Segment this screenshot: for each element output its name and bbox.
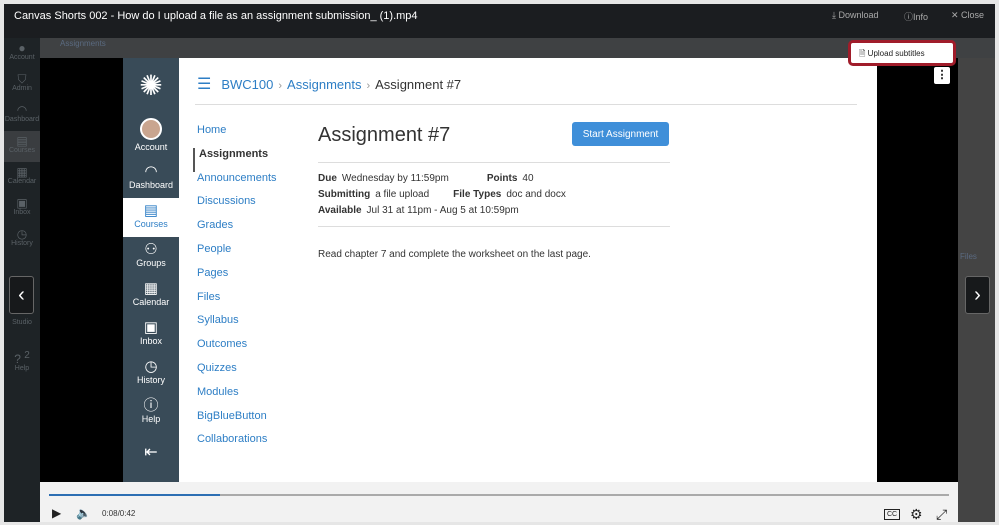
time-display: 0:08/0:42 <box>102 509 136 518</box>
gear-icon[interactable]: ⚙ <box>910 506 923 522</box>
page-title: Assignment #7 <box>318 124 451 146</box>
course-nav-item: Home <box>197 124 227 136</box>
divider <box>318 226 670 227</box>
nav-calendar: ▦ Calendar <box>123 276 179 315</box>
info-label: Info <box>913 12 929 22</box>
fullscreen-icon[interactable]: ⤢ <box>936 506 947 522</box>
course-nav-item: Pages <box>197 266 229 279</box>
more-options-icon[interactable]: ⋮ <box>934 67 950 84</box>
divider <box>318 162 670 163</box>
course-nav-item: Announcements <box>197 171 277 184</box>
nav-groups: ⚇ Groups <box>123 237 179 276</box>
clock-icon: ◷ <box>144 358 158 375</box>
bg-files-link: Files <box>960 252 977 261</box>
nav-courses: ▤ Courses <box>123 198 179 237</box>
info-button[interactable]: ⓘInfo <box>904 10 928 23</box>
previous-arrow-button[interactable]: ‹ <box>9 276 34 314</box>
course-nav-item: Quizzes <box>197 361 237 374</box>
progress-fill <box>49 494 220 496</box>
document-icon: 🗎 <box>859 49 866 58</box>
close-button[interactable]: ✕ Close <box>951 10 984 21</box>
bg-nav-inbox: ▣ Inbox <box>13 196 31 216</box>
book-icon: ▤ <box>143 202 159 219</box>
bg-nav-admin: ⛉ Admin <box>12 72 32 92</box>
progress-slider[interactable] <box>49 494 949 496</box>
course-nav-item: Collaborations <box>197 433 268 446</box>
bg-nav-account: ● Account <box>9 41 35 61</box>
canvas-global-nav: ✺ Account ◠ Dashboard ▤ Courses ⚇ Groups ▦ C… <box>123 58 179 482</box>
breadcrumb: ☰ BWC100 › Assignments › Assignment #7 <box>197 76 462 93</box>
nav-history: ◷ History <box>123 354 179 393</box>
video-frame[interactable]: ✺ Account ◠ Dashboard ▤ Courses ⚇ Groups ▦ C… <box>40 58 958 482</box>
collapse-icon: ⇤ <box>144 444 158 461</box>
canvas-logo-icon: ✺ <box>139 70 163 101</box>
nav-help: ⓘ Help <box>123 393 179 432</box>
divider <box>195 104 857 105</box>
player-controls: ▶ 🔈 0:08/0:42 CC ⚙ ⤢ <box>40 482 958 522</box>
course-nav-item: Assignments <box>193 147 277 172</box>
nav-account: Account <box>123 114 179 159</box>
video-title: Canvas Shorts 002 - How do I upload a fi… <box>14 10 418 22</box>
course-nav-item: Modules <box>197 385 239 398</box>
bg-nav-dashboard: ◠ Dashboard <box>4 103 40 123</box>
bg-nav-calendar: ▦ Calendar <box>7 165 37 185</box>
course-nav-item: Syllabus <box>197 314 239 327</box>
upload-subtitles-label: Upload subtitles <box>867 49 925 58</box>
bg-nav-history: ◷ History <box>11 227 33 247</box>
volume-icon[interactable]: 🔈 <box>76 506 91 520</box>
course-nav: Home Assignments Announcements Discussio… <box>193 124 277 457</box>
course-nav-item: Outcomes <box>197 338 248 351</box>
help-badge: 2 <box>24 350 30 361</box>
bg-nav-studio: Studio <box>12 319 32 326</box>
assignment-description: Read chapter 7 and complete the workshee… <box>318 249 591 260</box>
start-assignment-button: Start Assignment <box>572 122 669 146</box>
next-arrow-button[interactable]: › <box>965 276 990 314</box>
media-viewer: Canvas Shorts 002 - How do I upload a fi… <box>4 4 995 522</box>
close-label: Close <box>961 10 985 20</box>
bg-nav-courses: ▤ Courses <box>4 131 40 162</box>
bg-nav-help: ? 2 Help <box>14 350 30 372</box>
course-nav-item: BigBlueButton <box>197 409 267 422</box>
groups-icon: ⚇ <box>144 241 158 258</box>
play-icon[interactable]: ▶ <box>52 506 61 520</box>
captions-icon[interactable]: CC <box>884 509 901 520</box>
upload-subtitles-menu-item[interactable]: 🗎 Upload subtitles <box>848 40 956 66</box>
canvas-page: ☰ BWC100 › Assignments › Assignment #7 Home A… <box>179 58 877 482</box>
course-nav-item: Files <box>197 290 221 303</box>
avatar <box>140 118 162 140</box>
calendar-icon: ▦ <box>143 280 159 297</box>
download-button[interactable]: ⤓ Download <box>832 10 879 21</box>
dashboard-icon: ◠ <box>144 163 158 180</box>
nav-dashboard: ◠ Dashboard <box>123 159 179 198</box>
course-nav-item: People <box>197 242 232 255</box>
hamburger-icon: ☰ <box>197 76 212 93</box>
inbox-icon: ▣ <box>143 319 159 336</box>
submitting-row: Submitting a file upload File Types doc and… <box>318 189 566 200</box>
course-nav-item: Discussions <box>197 195 256 208</box>
course-nav-item: Grades <box>197 219 234 232</box>
nav-inbox: ▣ Inbox <box>123 315 179 354</box>
viewer-header: Canvas Shorts 002 - How do I upload a fi… <box>4 4 995 38</box>
download-label: Download <box>838 10 879 20</box>
due-row: Due Wednesday by 11:59pm Points 40 <box>318 173 534 184</box>
help-icon: ⓘ <box>143 397 159 414</box>
available-row: Available Jul 31 at 11pm - Aug 5 at 10:59… <box>318 205 519 216</box>
